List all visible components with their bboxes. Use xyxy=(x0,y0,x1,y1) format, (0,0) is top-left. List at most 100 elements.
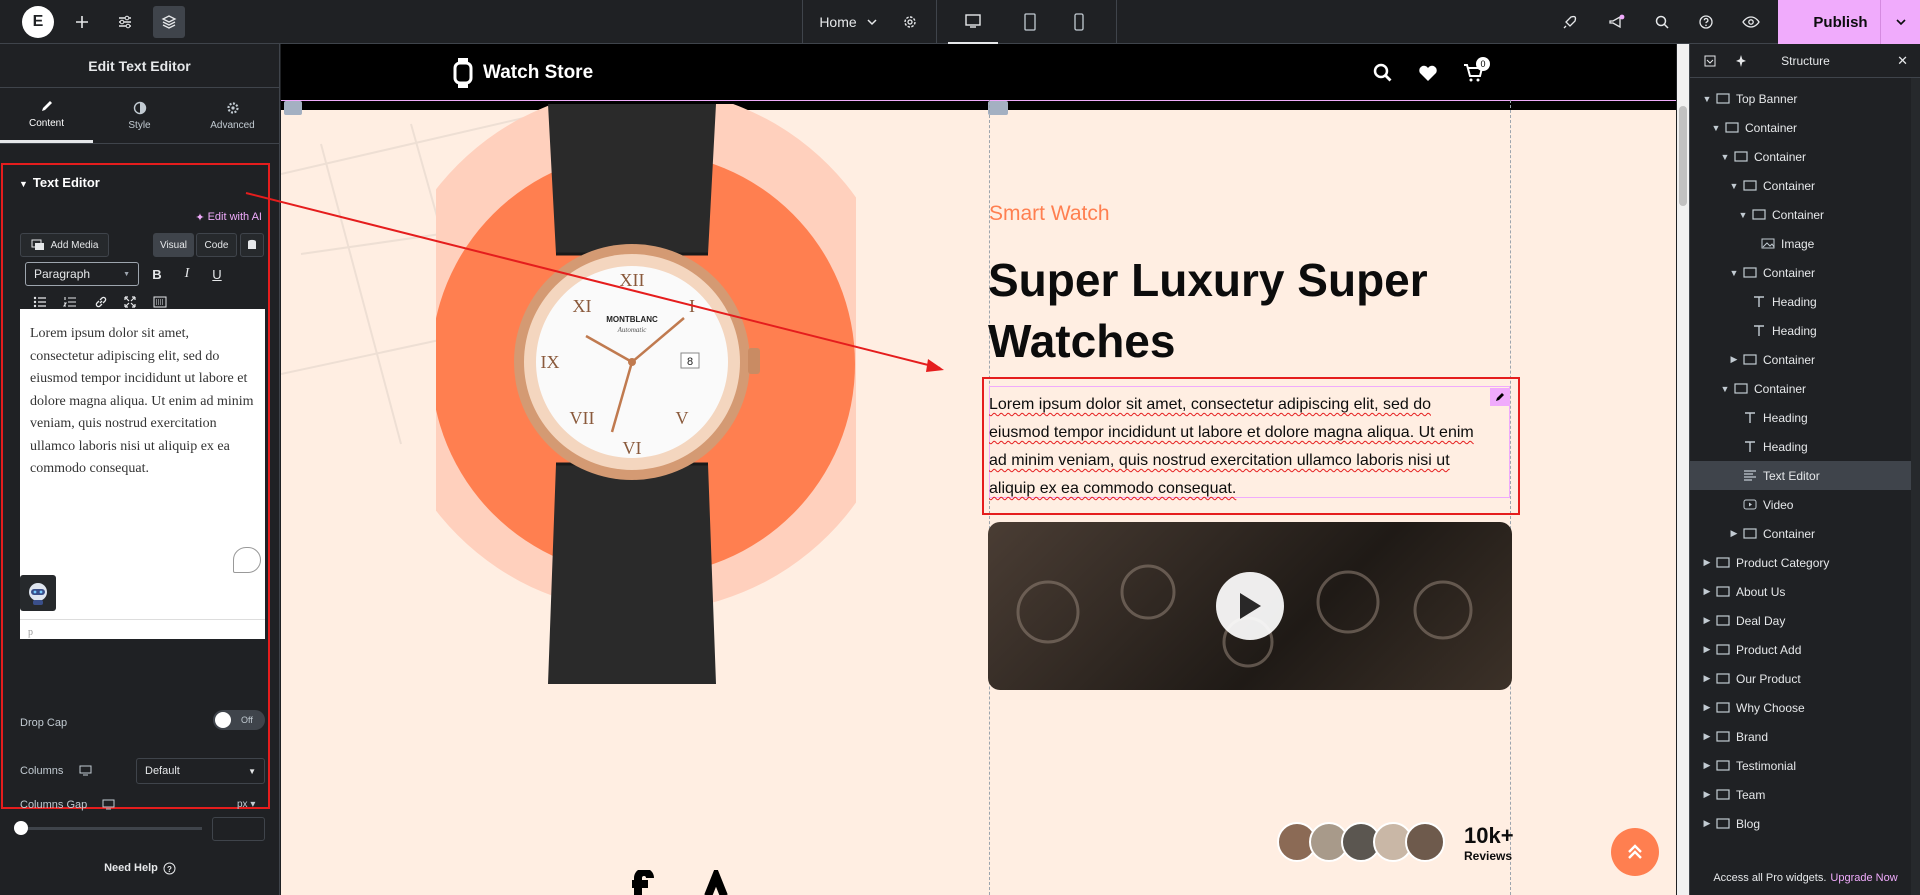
caret-right-icon[interactable]: ▶ xyxy=(1702,557,1712,568)
tree-item[interactable]: ▶ Product Category xyxy=(1690,548,1912,577)
page-settings-gear-icon[interactable] xyxy=(896,0,924,44)
preview-eye-icon[interactable] xyxy=(1737,0,1765,44)
tree-item[interactable]: ▶ Deal Day xyxy=(1690,606,1912,635)
desktop-device-icon[interactable] xyxy=(948,0,998,44)
canvas-scrollbar[interactable] xyxy=(1677,44,1689,895)
caret-right-icon[interactable]: ▶ xyxy=(1702,731,1712,742)
tree-item[interactable]: Text Editor xyxy=(1690,461,1912,490)
caret-right-icon[interactable]: ▶ xyxy=(1702,586,1712,597)
caret-down-icon[interactable]: ▼ xyxy=(1729,268,1739,278)
container-handle-icon[interactable] xyxy=(284,101,302,115)
hero-headline[interactable]: Super Luxury Super Watches xyxy=(988,250,1508,372)
structure-scrollbar[interactable] xyxy=(1911,78,1920,895)
caret-down-icon[interactable]: ▼ xyxy=(1729,181,1739,191)
code-tab[interactable]: Code xyxy=(196,233,237,257)
caret-down-icon[interactable]: ▼ xyxy=(1738,210,1748,220)
wishlist-heart-icon[interactable] xyxy=(1418,64,1438,82)
tab-advanced[interactable]: Advanced xyxy=(186,88,279,143)
scroll-to-top-button[interactable] xyxy=(1611,828,1659,876)
scrollbar-thumb[interactable] xyxy=(1679,106,1687,206)
tree-item[interactable]: ▶ Testimonial xyxy=(1690,751,1912,780)
elementor-logo[interactable]: E xyxy=(22,6,54,38)
tree-item[interactable]: Heading xyxy=(1690,432,1912,461)
caret-right-icon[interactable]: ▶ xyxy=(1702,789,1712,800)
caret-right-icon[interactable]: ▶ xyxy=(1702,818,1712,829)
tree-item[interactable]: ▼ Top Banner xyxy=(1690,84,1912,113)
rocket-icon[interactable] xyxy=(1556,0,1584,44)
tree-item[interactable]: ▼ Container xyxy=(1690,171,1912,200)
tree-item[interactable]: Video xyxy=(1690,490,1912,519)
tablet-device-icon[interactable] xyxy=(1005,0,1055,44)
site-logo[interactable]: Watch Store xyxy=(453,58,593,88)
text-editor-textarea[interactable]: Lorem ipsum dolor sit amet, consectetur … xyxy=(20,309,265,639)
tree-item[interactable]: ▼ Container xyxy=(1690,374,1912,403)
caret-right-icon[interactable]: ▶ xyxy=(1702,673,1712,684)
tree-item[interactable]: ▶ Brand xyxy=(1690,722,1912,751)
columns-gap-slider[interactable] xyxy=(14,821,202,835)
panel-title: Edit Text Editor xyxy=(0,44,279,88)
caret-down-icon[interactable]: ▼ xyxy=(1711,123,1721,133)
site-search-icon[interactable] xyxy=(1373,63,1393,83)
need-help-link[interactable]: Need Help ? xyxy=(0,862,280,875)
section-toggle[interactable]: ▼ Text Editor xyxy=(19,175,100,190)
caret-down-icon[interactable]: ▼ xyxy=(1720,384,1730,394)
upgrade-now-link[interactable]: Upgrade Now xyxy=(1830,872,1897,895)
video-widget[interactable] xyxy=(988,522,1512,690)
play-video-icon[interactable] xyxy=(1216,572,1284,640)
tree-item[interactable]: ▶ Why Choose xyxy=(1690,693,1912,722)
tree-item[interactable]: ▶ Container xyxy=(1690,345,1912,374)
notifications-megaphone-icon[interactable] xyxy=(1603,0,1631,44)
mobile-device-icon[interactable] xyxy=(1054,0,1104,44)
tree-item[interactable]: ▶ Container xyxy=(1690,519,1912,548)
search-icon[interactable] xyxy=(1648,0,1676,44)
drop-cap-toggle[interactable]: Off xyxy=(213,710,265,730)
caret-down-icon[interactable]: ▼ xyxy=(1720,152,1730,162)
underline-icon[interactable]: U xyxy=(206,263,228,285)
visual-tab[interactable]: Visual xyxy=(153,233,194,257)
desktop-responsive-icon[interactable] xyxy=(79,765,92,776)
columns-gap-input[interactable] xyxy=(212,817,265,841)
tree-item[interactable]: Heading xyxy=(1690,287,1912,316)
add-element-icon[interactable] xyxy=(68,0,96,44)
slider-handle[interactable] xyxy=(14,821,28,835)
unit-select[interactable]: px ▾ xyxy=(237,799,255,810)
tree-item[interactable]: Heading xyxy=(1690,403,1912,432)
structure-layers-icon[interactable] xyxy=(153,6,185,38)
italic-icon[interactable]: I xyxy=(176,263,198,285)
reviews-count: 10k+ xyxy=(1464,823,1514,848)
kicker-heading[interactable]: Smart Watch xyxy=(989,202,1110,226)
help-icon[interactable] xyxy=(1692,0,1720,44)
close-icon[interactable]: ✕ xyxy=(1897,53,1908,69)
columns-select[interactable]: Default ▼ xyxy=(136,758,265,784)
tree-item[interactable]: ▶ Blog xyxy=(1690,809,1912,838)
caret-right-icon[interactable]: ▶ xyxy=(1702,702,1712,713)
caret-down-icon[interactable]: ▼ xyxy=(1702,94,1712,104)
watch-logo-icon xyxy=(453,58,473,88)
tree-item[interactable]: ▶ Team xyxy=(1690,780,1912,809)
caret-right-icon[interactable]: ▶ xyxy=(1729,354,1739,365)
tree-item[interactable]: Image xyxy=(1690,229,1912,258)
tab-content[interactable]: Content xyxy=(0,88,93,143)
page-selector[interactable]: Home xyxy=(810,0,886,44)
tree-item[interactable]: ▼ Container xyxy=(1690,113,1912,142)
caret-right-icon[interactable]: ▶ xyxy=(1702,644,1712,655)
comment-bubble-icon[interactable] xyxy=(233,547,261,573)
tree-item[interactable]: ▼ Container xyxy=(1690,142,1912,171)
caret-right-icon[interactable]: ▶ xyxy=(1729,528,1739,539)
tab-style[interactable]: Style xyxy=(93,88,186,143)
tree-item[interactable]: ▼ Container xyxy=(1690,200,1912,229)
assistant-robot-icon[interactable] xyxy=(20,575,56,611)
tree-item[interactable]: Heading xyxy=(1690,316,1912,345)
paragraph-select[interactable]: Paragraph ▼ xyxy=(25,262,139,286)
bold-icon[interactable]: B xyxy=(146,263,168,285)
tree-item[interactable]: ▶ Our Product xyxy=(1690,664,1912,693)
desktop-responsive-icon[interactable] xyxy=(102,799,115,810)
add-media-button[interactable]: Add Media xyxy=(20,233,109,257)
caret-right-icon[interactable]: ▶ xyxy=(1702,615,1712,626)
tree-item[interactable]: ▶ Product Add xyxy=(1690,635,1912,664)
publish-options-chevron-icon[interactable] xyxy=(1880,0,1920,44)
site-settings-icon[interactable] xyxy=(111,0,139,44)
tree-item[interactable]: ▶ About Us xyxy=(1690,577,1912,606)
caret-right-icon[interactable]: ▶ xyxy=(1702,760,1712,771)
tree-item[interactable]: ▼ Container xyxy=(1690,258,1912,287)
